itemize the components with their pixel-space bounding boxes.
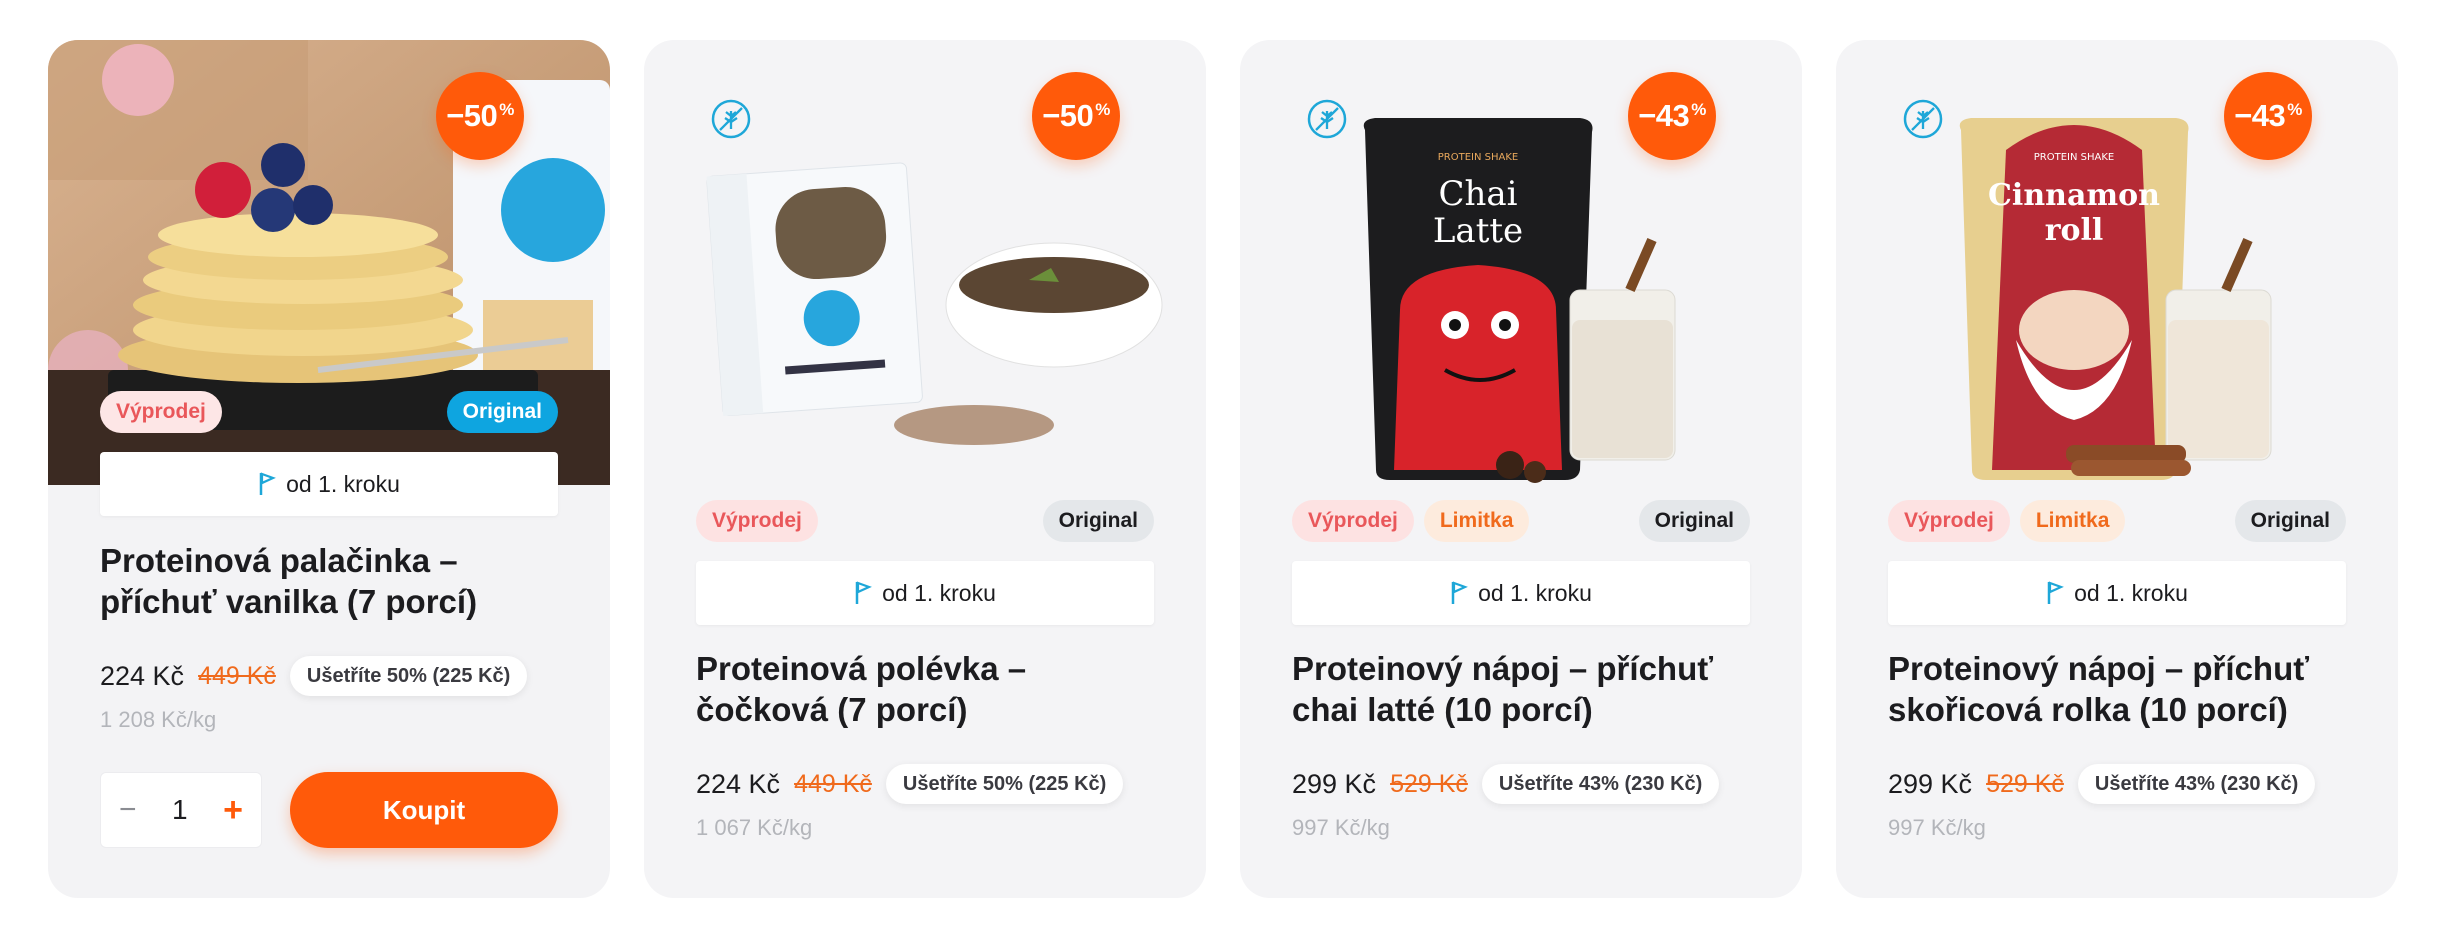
step-label: od 1. kroku <box>286 470 400 497</box>
discount-badge: −43% <box>1628 72 1716 160</box>
package-name-line-2: Latte <box>1433 211 1523 251</box>
step-label: od 1. kroku <box>2074 579 2188 606</box>
savings-badge: Ušetříte 43% (230 Kč) <box>2077 764 2316 804</box>
product-card[interactable]: PROTEIN SHAKE Cinnamon roll −43% Výprode… <box>1836 40 2398 898</box>
price: 224 Kč <box>100 660 185 691</box>
original-badge: Original <box>1042 500 1154 542</box>
original-badge: Original <box>446 391 558 433</box>
savings-badge: Ušetříte 43% (230 Kč) <box>1481 764 1720 804</box>
sale-badge: Výprodej <box>1292 500 1414 542</box>
savings-badge: Ušetříte 50% (225 Kč) <box>885 764 1124 804</box>
buy-button[interactable]: Koupit <box>290 772 558 848</box>
limited-badge: Limitka <box>1423 500 1530 542</box>
price-row: 224 Kč 449 Kč Ušetříte 50% (225 Kč) <box>100 654 590 698</box>
original-badge: Original <box>1638 500 1750 542</box>
step-info: od 1. kroku <box>100 452 558 516</box>
price: 299 Kč <box>1292 768 1377 799</box>
price-row: 299 Kč 529 Kč Ušetříte 43% (230 Kč) <box>1888 762 2378 806</box>
discount-badge: −50% <box>1032 72 1120 160</box>
step-info: od 1. kroku <box>1292 561 1750 625</box>
price-per-kg: 1 208 Kč/kg <box>100 707 217 732</box>
badge-row: Výprodej Original <box>696 500 1154 542</box>
limited-badge: Limitka <box>2019 500 2126 542</box>
step-info: od 1. kroku <box>696 561 1154 625</box>
step-info: od 1. kroku <box>1888 561 2346 625</box>
package-name-line-1: Chai <box>1438 174 1517 214</box>
package-top-text: PROTEIN SHAKE <box>1438 152 1518 163</box>
product-card[interactable]: −50% Výprodej Original od 1. kroku Prote… <box>48 40 610 898</box>
product-card[interactable]: −50% Výprodej Original od 1. kroku Prote… <box>644 40 1206 898</box>
step-label: od 1. kroku <box>882 579 996 606</box>
wheat-free-icon <box>1903 99 1943 139</box>
wheat-free-icon <box>1307 99 1347 139</box>
wheat-free-icon <box>711 99 751 139</box>
old-price: 449 Kč <box>198 661 276 690</box>
package-top-text: PROTEIN SHAKE <box>2034 152 2114 163</box>
minus-icon[interactable]: − <box>119 793 137 827</box>
step-label: od 1. kroku <box>1478 579 1592 606</box>
sale-badge: Výprodej <box>696 500 818 542</box>
old-price: 449 Kč <box>794 769 872 798</box>
savings-badge: Ušetříte 50% (225 Kč) <box>289 656 528 696</box>
product-title[interactable]: Proteinový nápoj – příchuť skořicová rol… <box>1888 648 2346 730</box>
old-price: 529 Kč <box>1986 769 2064 798</box>
flag-icon <box>259 472 277 495</box>
flag-icon <box>1451 581 1469 604</box>
price-row: 299 Kč 529 Kč Ušetříte 43% (230 Kč) <box>1292 762 1782 806</box>
quantity-stepper[interactable]: − 1 + <box>100 772 262 848</box>
product-row: −50% Výprodej Original od 1. kroku Prote… <box>0 0 2448 930</box>
discount-badge: −43% <box>2224 72 2312 160</box>
sale-badge: Výprodej <box>100 391 222 433</box>
price: 224 Kč <box>696 768 781 799</box>
sale-badge: Výprodej <box>1888 500 2010 542</box>
original-badge: Original <box>2234 500 2346 542</box>
flag-icon <box>2047 581 2065 604</box>
badge-row: Výprodej Limitka Original <box>1888 500 2346 542</box>
badge-row: Výprodej Limitka Original <box>1292 500 1750 542</box>
package-name-line-2: roll <box>2045 213 2104 248</box>
quantity-value[interactable]: 1 <box>172 794 188 826</box>
product-card[interactable]: PROTEIN SHAKE Chai Latte −43% Výprodej L… <box>1240 40 1802 898</box>
badge-row: Výprodej Original <box>100 391 558 433</box>
price-per-kg: 1 067 Kč/kg <box>696 815 813 840</box>
flag-icon <box>855 581 873 604</box>
product-title[interactable]: Proteinová polévka – čočková (7 porcí) <box>696 648 1154 730</box>
discount-badge: −50% <box>436 72 524 160</box>
plus-icon[interactable]: + <box>223 791 243 830</box>
price-per-kg: 997 Kč/kg <box>1888 815 1986 840</box>
package-name-line-1: Cinnamon <box>1988 178 2160 213</box>
product-title[interactable]: Proteinový nápoj – příchuť chai latté (1… <box>1292 648 1750 730</box>
price-per-kg: 997 Kč/kg <box>1292 815 1390 840</box>
product-title[interactable]: Proteinová palačinka – příchuť vanilka (… <box>100 540 558 622</box>
price-row: 224 Kč 449 Kč Ušetříte 50% (225 Kč) <box>696 762 1186 806</box>
old-price: 529 Kč <box>1390 769 1468 798</box>
price: 299 Kč <box>1888 768 1973 799</box>
